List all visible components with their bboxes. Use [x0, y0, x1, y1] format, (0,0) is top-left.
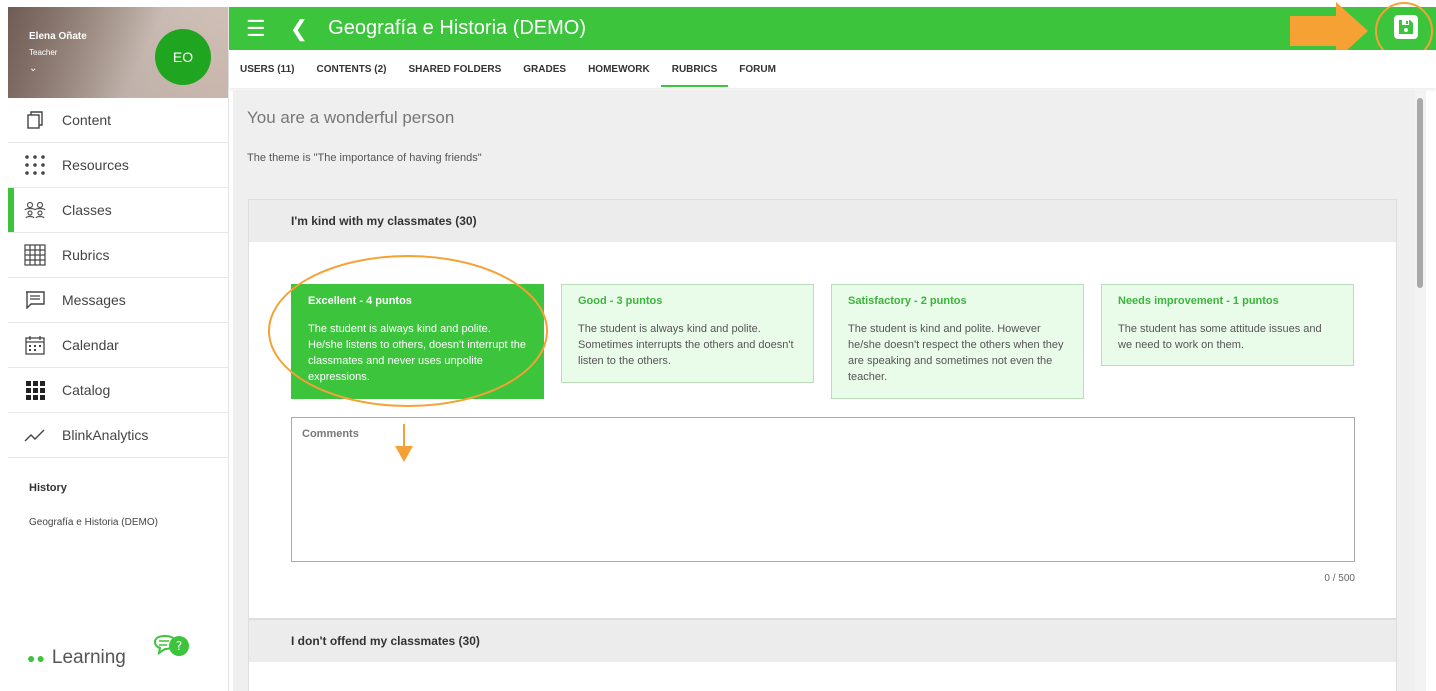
level-description: The student is kind and polite. However … — [848, 323, 1064, 383]
avatar[interactable]: EO — [155, 29, 211, 85]
catalog-icon — [8, 380, 62, 400]
comments-placeholder: Comments — [302, 428, 359, 440]
tab-shared-folders[interactable]: SHARED FOLDERS — [397, 50, 512, 88]
sidebar-item-label: Rubrics — [62, 247, 110, 263]
user-role: Teacher — [29, 48, 58, 57]
page-title: Geografía e Historia (DEMO) — [328, 17, 587, 39]
level-title: Needs improvement - 1 puntos — [1118, 295, 1279, 307]
grid-dots-icon — [8, 154, 62, 176]
comments-field[interactable]: Comments — [291, 417, 1355, 562]
analytics-icon — [8, 427, 62, 443]
top-bar: ☰ ❮ Geografía e Historia (DEMO) — [229, 7, 1436, 50]
calendar-icon — [8, 335, 62, 355]
sidebar-item-label: Classes — [62, 202, 112, 218]
criterion-title: I don't offend my classmates (30) — [249, 620, 1396, 662]
level-title: Good - 3 puntos — [578, 295, 663, 307]
content-icon — [8, 110, 62, 130]
sidebar-item-resources[interactable]: Resources — [8, 143, 228, 188]
chevron-down-icon[interactable]: ⌄ — [29, 63, 37, 74]
message-icon — [8, 291, 62, 309]
level-description: The student has some attitude issues and… — [1118, 323, 1322, 351]
history-title: History — [29, 482, 67, 494]
tab-forum[interactable]: FORUM — [728, 50, 787, 88]
level-description: The student is always kind and polite. S… — [578, 323, 794, 367]
svg-text:?: ? — [176, 639, 182, 653]
sidebar-item-content[interactable]: Content — [8, 98, 228, 143]
tab-bar: USERS (11) CONTENTS (2) SHARED FOLDERS G… — [229, 50, 1436, 88]
back-arrow-icon[interactable]: ❮ — [290, 16, 308, 42]
criterion-card: I don't offend my classmates (30) — [248, 619, 1397, 691]
rubric-name: You are a wonderful person — [247, 108, 455, 127]
rubric-theme: The theme is "The importance of having f… — [247, 152, 482, 164]
sidebar-item-label: BlinkAnalytics — [62, 427, 149, 443]
level-title: Satisfactory - 2 puntos — [848, 295, 967, 307]
tab-rubrics[interactable]: RUBRICS — [660, 50, 729, 88]
tab-users[interactable]: USERS (11) — [229, 50, 305, 88]
brand-logo: ●● Learning — [27, 647, 126, 669]
criterion-title: I'm kind with my classmates (30) — [249, 200, 1396, 242]
sidebar-item-label: Messages — [62, 292, 126, 308]
user-name: Elena Oñate — [29, 31, 87, 42]
sidebar-item-calendar[interactable]: Calendar — [8, 323, 228, 368]
classes-icon — [8, 201, 62, 219]
level-option-needs-improvement[interactable]: Needs improvement - 1 puntos The student… — [1101, 284, 1354, 366]
tab-contents[interactable]: CONTENTS (2) — [305, 50, 397, 88]
rubric-table-icon — [8, 244, 62, 266]
sidebar-item-label: Resources — [62, 157, 129, 173]
sidebar-item-classes[interactable]: Classes — [8, 188, 228, 233]
level-option-good[interactable]: Good - 3 puntos The student is always ki… — [561, 284, 814, 383]
scrollbar[interactable] — [1415, 90, 1426, 691]
selection-highlight-ellipse — [268, 255, 548, 407]
sidebar-item-rubrics[interactable]: Rubrics — [8, 233, 228, 278]
sidebar: Elena Oñate Teacher ⌄ EO Content Resourc… — [8, 7, 229, 691]
tab-homework[interactable]: HOMEWORK — [577, 50, 661, 88]
brand-dots-icon: ●● — [27, 650, 46, 666]
level-option-satisfactory[interactable]: Satisfactory - 2 puntos The student is k… — [831, 284, 1084, 399]
tab-grades[interactable]: GRADES — [512, 50, 577, 88]
pointer-down-arrow-icon — [395, 424, 413, 462]
user-profile-header[interactable]: Elena Oñate Teacher ⌄ EO — [8, 7, 228, 98]
sidebar-item-blinkanalytics[interactable]: BlinkAnalytics — [8, 413, 228, 458]
scrollbar-thumb[interactable] — [1417, 98, 1423, 288]
brand-label: Learning — [51, 647, 126, 668]
history-item[interactable]: Geografía e Historia (DEMO) — [29, 517, 228, 528]
sidebar-item-catalog[interactable]: Catalog — [8, 368, 228, 413]
sidebar-item-messages[interactable]: Messages — [8, 278, 228, 323]
sidebar-item-label: Catalog — [62, 382, 111, 398]
hamburger-menu-icon[interactable]: ☰ — [246, 16, 266, 42]
sidebar-item-label: Calendar — [62, 337, 119, 353]
character-counter: 0 / 500 — [1324, 573, 1355, 584]
sidebar-item-label: Content — [62, 112, 112, 128]
help-chat-icon[interactable]: ? — [153, 634, 193, 667]
